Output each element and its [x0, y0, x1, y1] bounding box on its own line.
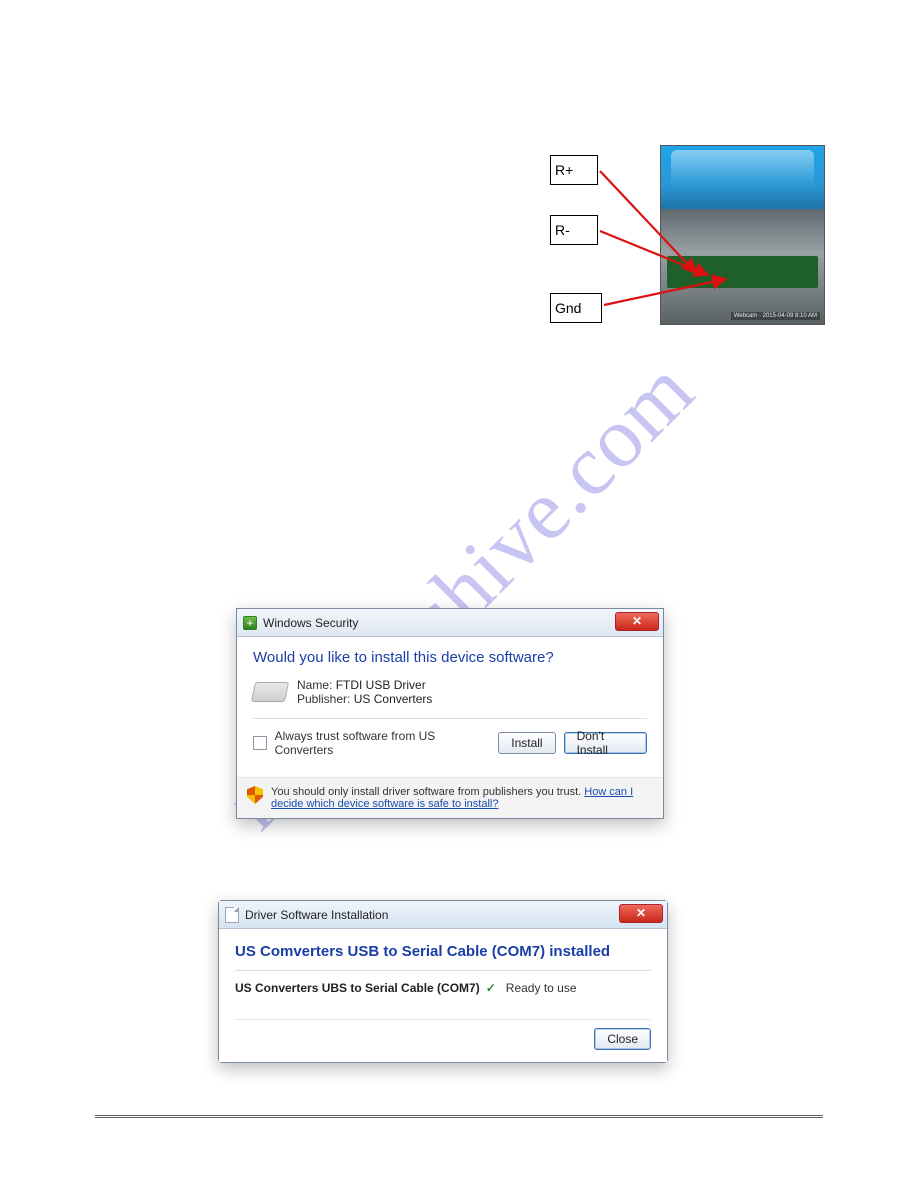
windows-security-dialog: Windows Security ✕ Would you like to ins…: [236, 608, 664, 819]
dialog-titlebar: Driver Software Installation ✕: [219, 901, 667, 929]
driver-install-dialog: Driver Software Installation ✕ US Comver…: [218, 900, 668, 1063]
dont-install-button[interactable]: Don't Install: [564, 732, 647, 754]
photo-timestamp: Webcam · 2015-04-09 8:10 AM: [731, 312, 820, 320]
always-trust-label: Always trust software from US Converters: [275, 729, 491, 757]
label-r-plus: R+: [550, 155, 598, 185]
name-label: Name:: [297, 678, 332, 692]
wiring-diagram: Webcam · 2015-04-09 8:10 AM R+ R- Gnd: [550, 145, 825, 325]
adapter-photo: Webcam · 2015-04-09 8:10 AM: [660, 145, 825, 325]
label-gnd: Gnd: [550, 293, 602, 323]
publisher-value: US Converters: [354, 692, 433, 706]
page-footer-rule: [95, 1115, 823, 1118]
info-row: You should only install driver software …: [237, 777, 663, 818]
close-button[interactable]: ✕: [615, 612, 659, 631]
dialog-headline: Would you like to install this device so…: [253, 649, 647, 666]
shield-icon: [247, 786, 263, 804]
dialog-title: Windows Security: [263, 616, 358, 630]
publisher-label: Publisher:: [297, 692, 350, 706]
name-value: FTDI USB Driver: [336, 678, 426, 692]
device-status: Ready to use: [506, 981, 577, 995]
install-button[interactable]: Install: [498, 732, 555, 754]
always-trust-checkbox[interactable]: [253, 736, 267, 750]
close-button[interactable]: ✕: [619, 904, 663, 923]
dialog-titlebar: Windows Security ✕: [237, 609, 663, 637]
device-name: US Converters UBS to Serial Cable (COM7): [235, 981, 480, 995]
close-dialog-button[interactable]: Close: [594, 1028, 651, 1050]
check-icon: ✓: [486, 981, 496, 995]
install-headline: US Comverters USB to Serial Cable (COM7)…: [235, 939, 651, 971]
shield-plus-icon: [243, 616, 257, 630]
dialog-title: Driver Software Installation: [245, 908, 388, 922]
document-icon: [225, 907, 239, 923]
device-icon: [251, 682, 289, 702]
label-r-minus: R-: [550, 215, 598, 245]
info-text: You should only install driver software …: [271, 786, 584, 798]
